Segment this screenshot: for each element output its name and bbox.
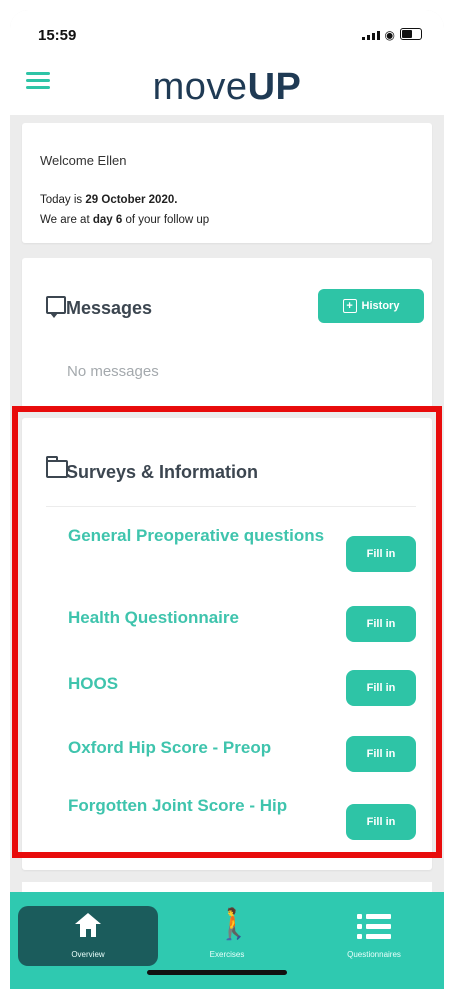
- surveys-title: Surveys & Information: [66, 462, 259, 482]
- app-logo: moveUP: [152, 66, 302, 108]
- wifi-icon: ◉: [384, 28, 395, 42]
- fill-in-button[interactable]: Fill in: [346, 670, 416, 706]
- history-button[interactable]: + History: [318, 289, 424, 323]
- list-icon: [357, 914, 391, 940]
- welcome-card: Welcome Ellen Today is 29 October 2020. …: [22, 123, 432, 243]
- fill-in-button[interactable]: Fill in: [346, 536, 416, 572]
- messages-title: Messages: [66, 298, 153, 318]
- survey-link[interactable]: Oxford Hip Score - Preop: [68, 736, 328, 760]
- home-icon: [75, 913, 101, 937]
- today-date-line: Today is 29 October 2020.: [40, 194, 178, 206]
- survey-link[interactable]: Health Questionnaire: [68, 606, 328, 630]
- tab-overview-label: Overview: [71, 950, 105, 959]
- tab-questionnaires-label: Questionnaires: [347, 950, 401, 959]
- history-button-label: History: [361, 300, 400, 312]
- fill-in-button[interactable]: Fill in: [346, 736, 416, 772]
- fill-in-button[interactable]: Fill in: [346, 606, 416, 642]
- follow-up-day-line: We are at day 6 of your follow up: [40, 214, 210, 226]
- battery-icon: [400, 28, 422, 40]
- fill-in-button[interactable]: Fill in: [346, 804, 416, 840]
- status-icons: ◉: [361, 28, 422, 42]
- messages-card: Messages + History No messages: [22, 258, 432, 408]
- survey-link[interactable]: General Preoperative questions: [68, 524, 328, 548]
- message-bubble-icon: [46, 296, 66, 318]
- divider: [46, 506, 416, 507]
- cellular-signal-icon: [361, 31, 380, 40]
- tab-overview[interactable]: Overview: [18, 906, 158, 966]
- tab-questionnaires[interactable]: Questionnaires: [310, 906, 438, 966]
- plus-square-icon: +: [342, 299, 357, 313]
- follow-up-day: day 6: [92, 214, 123, 226]
- today-date: 29 October 2020.: [85, 194, 178, 206]
- welcome-greeting: Welcome Ellen: [40, 153, 127, 168]
- home-indicator: [147, 970, 287, 975]
- tab-exercises-label: Exercises: [209, 950, 245, 959]
- status-time: 15:59: [38, 27, 77, 44]
- no-messages-text: No messages: [67, 363, 159, 380]
- folder-icon: [46, 456, 68, 478]
- survey-link[interactable]: Forgotten Joint Score - Hip: [68, 794, 328, 818]
- app-screen: 15:59 ◉ moveUP Welcome Ellen Today is 29…: [10, 10, 444, 989]
- surveys-card: Surveys & Information General Preoperati…: [22, 418, 432, 870]
- header: 15:59 ◉ moveUP: [10, 10, 444, 115]
- survey-link[interactable]: HOOS: [68, 672, 328, 696]
- tab-exercises[interactable]: 🚶 Exercises: [168, 906, 286, 966]
- walking-icon: 🚶: [215, 908, 253, 941]
